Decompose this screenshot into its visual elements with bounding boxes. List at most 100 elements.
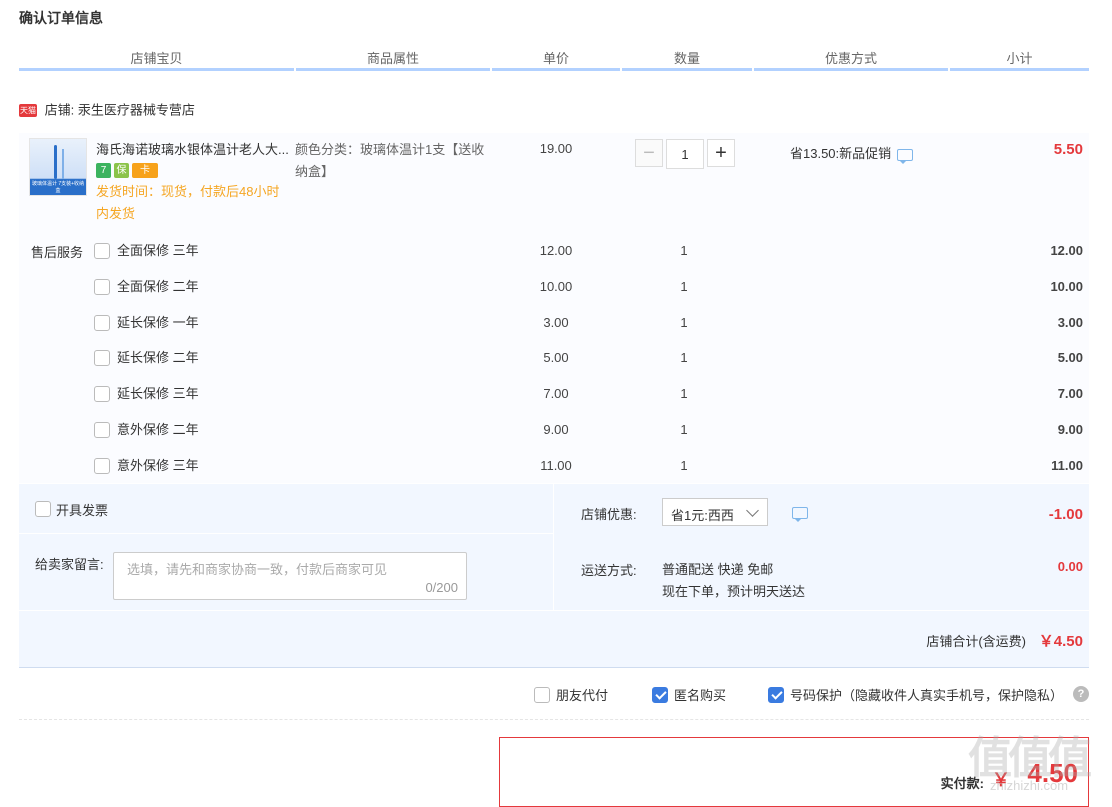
- shop-discount-value: 省1元:西西: [671, 508, 734, 523]
- divider: [19, 719, 1089, 720]
- after-sales-price: 10.00: [539, 278, 573, 294]
- header-discount: 优惠方式: [754, 50, 948, 71]
- shop-name[interactable]: 店铺: 汞生医疗器械专营店: [45, 103, 195, 118]
- after-sales-row: 延长保修 二年 5.00 1 5.00: [19, 348, 1089, 368]
- payment-summary: 实付款: ￥ 4.50: [499, 737, 1089, 807]
- chevron-down-icon: [746, 504, 759, 517]
- number-protection-checkbox[interactable]: [768, 687, 784, 703]
- friend-pay-label: 朋友代付: [556, 688, 609, 703]
- header-attributes: 商品属性: [296, 50, 490, 71]
- payment-label: 实付款:: [940, 776, 984, 791]
- after-sales-quantity: 1: [680, 243, 688, 258]
- after-sales-checkbox[interactable]: [94, 314, 110, 331]
- after-sales-subtotal: 7.00: [1057, 386, 1083, 402]
- item-subtotal: 5.50: [1053, 141, 1083, 158]
- order-item: 玻璃体温计 7支装+收纳盒 海氏海诺玻璃水银体温计老人大... 7保卡 发货时间…: [19, 133, 1089, 483]
- header-subtotal: 小计: [950, 50, 1089, 71]
- after-sales-checkbox[interactable]: [94, 278, 110, 295]
- tmall-icon: 天猫: [19, 104, 37, 118]
- number-protection-label: 号码保护（隐藏收件人真实手机号，保护隐私）: [790, 688, 1064, 703]
- invoice-label: 开具发票: [56, 503, 109, 518]
- chat-icon[interactable]: [792, 507, 808, 522]
- promotion: 省13.50:新品促销: [790, 143, 914, 164]
- after-sales-row: 意外保修 三年 11.00 1 11.00: [19, 456, 1089, 476]
- shipping-fee: 0.00: [1057, 559, 1083, 574]
- after-sales-name: 延长保修 一年: [117, 314, 199, 330]
- order-footer: 开具发票 给卖家留言: 选填，请先和商家协商一致，付款后商家可见 0/200 店…: [19, 484, 1089, 668]
- page-title: 确认订单信息: [19, 10, 103, 26]
- after-sales-name: 意外保修 三年: [117, 457, 199, 473]
- friend-pay-checkbox[interactable]: [534, 687, 550, 703]
- quantity-decrease-button[interactable]: −: [635, 139, 663, 167]
- thermometer-icon: [54, 145, 57, 179]
- after-sales-price: 9.00: [543, 422, 569, 437]
- after-sales-row: 全面保修 二年 10.00 1 10.00: [19, 277, 1089, 297]
- after-sales-subtotal: 12.00: [1050, 243, 1083, 258]
- after-sales-price: 11.00: [540, 457, 572, 473]
- after-sales-checkbox[interactable]: [94, 457, 110, 474]
- after-sales-name: 意外保修 二年: [117, 422, 199, 437]
- after-sales-row: 延长保修 一年 3.00 1 3.00: [19, 313, 1089, 333]
- shop-discount-amount: -1.00: [1048, 506, 1083, 523]
- divider: [19, 610, 1089, 611]
- shipping-eta: 现在下单，预计明天送达: [662, 584, 806, 599]
- after-sales-price: 12.00: [539, 243, 573, 258]
- seller-message-placeholder: 选填，请先和商家协商一致，付款后商家可见: [127, 562, 388, 577]
- shipping-method-label: 运送方式:: [581, 563, 637, 578]
- invoice-checkbox[interactable]: [35, 501, 51, 517]
- divider: [553, 484, 554, 610]
- shop-total-label: 店铺合计(含运费): [926, 634, 1026, 649]
- after-sales-checkbox[interactable]: [94, 422, 110, 438]
- divider: [19, 533, 553, 534]
- after-sales-row: 意外保修 二年 9.00 1 9.00: [19, 420, 1089, 440]
- after-sales-checkbox[interactable]: [94, 386, 110, 403]
- seller-message-label: 给卖家留言:: [35, 557, 104, 572]
- after-sales-price: 5.00: [543, 350, 569, 366]
- after-sales-subtotal: 11.00: [1051, 457, 1083, 473]
- thermometer-case-icon: [62, 149, 64, 179]
- guarantee-icon[interactable]: 保: [114, 163, 129, 178]
- shipping-method: 普通配送 快递 免邮: [662, 562, 774, 577]
- after-sales-subtotal: 10.00: [1050, 278, 1083, 294]
- help-icon[interactable]: ?: [1073, 686, 1089, 702]
- after-sales-price: 3.00: [543, 314, 569, 330]
- shipping-time: 发货时间：现货，付款后48小时内发货: [96, 184, 280, 221]
- after-sales-name: 全面保修 三年: [117, 243, 199, 258]
- product-thumbnail[interactable]: 玻璃体温计 7支装+收纳盒: [29, 138, 87, 196]
- shop-row: 天猫 店铺: 汞生医疗器械专营店: [19, 100, 195, 120]
- anonymous-purchase-checkbox[interactable]: [652, 687, 668, 703]
- header-unit-price: 单价: [492, 50, 620, 71]
- quantity-input[interactable]: 1: [666, 139, 704, 169]
- thumbnail-caption: 玻璃体温计 7支装+收纳盒: [31, 181, 85, 194]
- seller-message-input[interactable]: 选填，请先和商家协商一致，付款后商家可见 0/200: [113, 552, 467, 600]
- card-payment-icon[interactable]: 卡: [132, 163, 158, 178]
- seller-message-count: 0/200: [425, 580, 458, 595]
- seven-day-return-icon[interactable]: 7: [96, 163, 111, 178]
- after-sales-name: 延长保修 三年: [117, 386, 199, 402]
- promotion-text: 省13.50:新品促销: [790, 146, 892, 161]
- after-sales-quantity: 1: [680, 314, 688, 330]
- after-sales-quantity: 1: [680, 422, 688, 437]
- after-sales-checkbox[interactable]: [94, 350, 110, 367]
- after-sales-subtotal: 9.00: [1057, 422, 1083, 437]
- after-sales-row: 全面保修 三年 12.00 1 12.00: [19, 241, 1089, 261]
- chat-icon[interactable]: [897, 148, 914, 164]
- after-sales-price: 7.00: [543, 386, 569, 402]
- unit-price: 19.00: [539, 141, 573, 156]
- quantity-increase-button[interactable]: +: [707, 139, 735, 167]
- after-sales-subtotal: 3.00: [1057, 314, 1083, 330]
- header-shop-item: 店铺宝贝: [19, 50, 294, 71]
- after-sales-row: 延长保修 三年 7.00 1 7.00: [19, 384, 1089, 404]
- anonymous-purchase-label: 匿名购买: [674, 688, 727, 703]
- payment-amount: 4.50: [1027, 758, 1078, 788]
- shop-discount-label: 店铺优惠:: [581, 507, 637, 522]
- shop-total-amount: ￥4.50: [1038, 633, 1083, 650]
- product-name[interactable]: 海氏海诺玻璃水银体温计老人大...: [96, 139, 291, 158]
- after-sales-subtotal: 5.00: [1057, 350, 1083, 366]
- quantity-stepper: −1 +: [635, 139, 735, 169]
- payment-currency: ￥: [992, 770, 1010, 790]
- table-header: 店铺宝贝 商品属性 单价 数量 优惠方式 小计: [19, 50, 1089, 72]
- shop-discount-select[interactable]: 省1元:西西: [662, 498, 768, 526]
- after-sales-checkbox[interactable]: [94, 243, 110, 259]
- header-quantity: 数量: [622, 50, 752, 71]
